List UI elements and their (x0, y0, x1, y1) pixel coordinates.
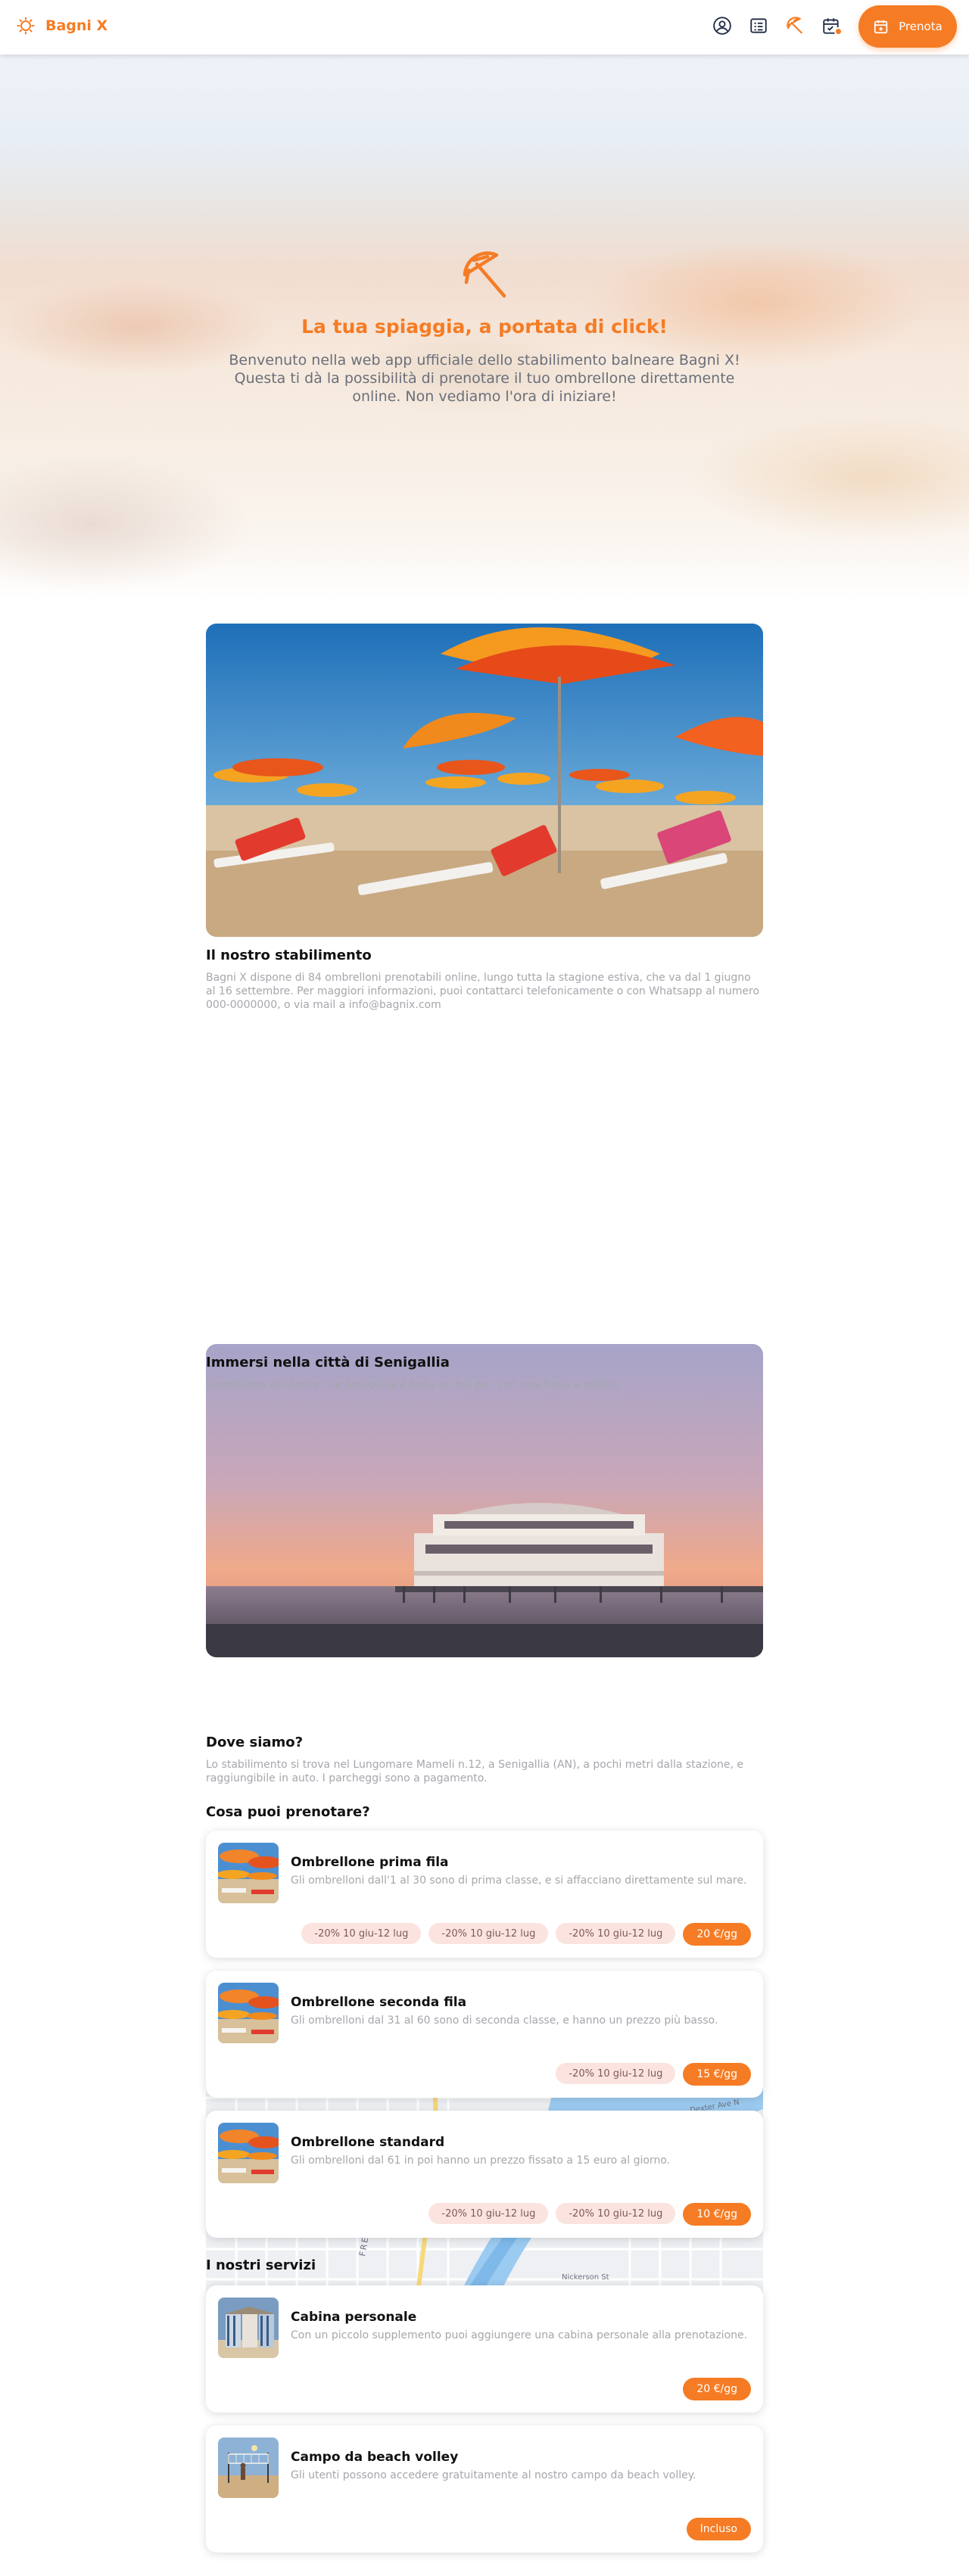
price-button[interactable]: Incluso (686, 2518, 751, 2540)
establishment-title: Il nostro stabilimento (206, 947, 372, 963)
establishment-text: Bagni X dispone di 84 ombrelloni prenota… (206, 972, 760, 1011)
discount-chip: -20% 10 giu-12 lug (556, 2203, 676, 2224)
nav-icons (712, 15, 843, 36)
brand[interactable]: Bagni X (17, 17, 107, 35)
prenota-label: Prenota (899, 20, 943, 33)
where-text: Lo stabilimento si trova nel Lungomare M… (206, 1759, 744, 1784)
hero-text: Benvenuto nella web app ufficiale dello … (229, 352, 740, 405)
calendar-check-icon[interactable] (821, 15, 843, 36)
sun-logo-icon (17, 17, 35, 35)
service-description: Con un piccolo supplemento puoi aggiunge… (291, 2329, 748, 2341)
account-icon[interactable] (712, 15, 733, 36)
service-card[interactable]: Campo da beach volley Gli utenti possono… (206, 2425, 763, 2553)
service-card[interactable]: Cabina personale Con un piccolo suppleme… (206, 2285, 763, 2413)
discount-chip: -20% 10 giu-12 lug (428, 1923, 549, 1944)
umbrella-icon[interactable] (784, 15, 805, 36)
price-button[interactable]: 20 €/gg (683, 1923, 751, 1946)
service-title: Campo da beach volley (291, 2450, 459, 2465)
prenota-button[interactable]: Prenota (858, 5, 957, 48)
service-description: Gli utenti possono accedere gratuitament… (291, 2469, 696, 2481)
beach-volley-thumbnail (218, 2438, 279, 2498)
cabin-thumbnail (218, 2298, 279, 2358)
product-title: Ombrellone seconda fila (291, 1995, 467, 2010)
product-description: Gli ombrelloni dal 61 in poi hanno un pr… (291, 2154, 671, 2167)
city-title: Immersi nella città di Senigallia (206, 1355, 450, 1370)
calendar-plus-icon (874, 20, 888, 34)
product-card[interactable]: Ombrellone standard Gli ombrelloni dal 6… (206, 2111, 763, 2238)
list-icon[interactable] (748, 15, 769, 36)
product-card[interactable]: Ombrellone seconda fila Gli ombrelloni d… (206, 1971, 763, 2098)
svg-text:Nickerson St: Nickerson St (562, 2273, 609, 2282)
hero: La tua spiaggia, a portata di click! Ben… (0, 54, 969, 599)
product-description: Gli ombrelloni dal 31 al 60 sono di seco… (291, 2014, 718, 2027)
product-thumbnail (218, 2123, 279, 2183)
brand-name: Bagni X (45, 17, 108, 34)
discount-chip: -20% 10 giu-12 lug (301, 1923, 422, 1944)
hero-title: La tua spiaggia, a portata di click! (301, 316, 668, 338)
price-button[interactable]: 20 €/gg (683, 2378, 751, 2400)
city-text: Ricordiamo all'utente che Senigallia è b… (206, 1379, 622, 1391)
product-title: Ombrellone standard (291, 2135, 445, 2150)
product-thumbnail (218, 1983, 279, 2043)
beach-umbrella-icon (463, 251, 506, 298)
discount-chip: -20% 10 giu-12 lug (556, 1923, 676, 1944)
services-title: I nostri servizi (206, 2257, 316, 2273)
where-title: Dove siamo? (206, 1734, 304, 1750)
discount-chip: -20% 10 giu-12 lug (428, 2203, 549, 2224)
product-thumbnail (218, 1843, 279, 1903)
product-description: Gli ombrelloni dall'1 al 30 sono di prim… (291, 1874, 747, 1887)
service-title: Cabina personale (291, 2310, 417, 2325)
price-button[interactable]: 10 €/gg (683, 2203, 751, 2226)
notification-dot (834, 27, 843, 36)
top-bar: Bagni X Prenota (0, 0, 969, 54)
product-card[interactable]: Ombrellone prima fila Gli ombrelloni dal… (206, 1831, 763, 1958)
booking-title: Cosa puoi prenotare? (206, 1804, 370, 1820)
beach-umbrellas-photo (206, 624, 763, 937)
discount-chip: -20% 10 giu-12 lug (556, 2063, 676, 2084)
price-button[interactable]: 15 €/gg (683, 2063, 751, 2086)
product-title: Ombrellone prima fila (291, 1855, 449, 1870)
